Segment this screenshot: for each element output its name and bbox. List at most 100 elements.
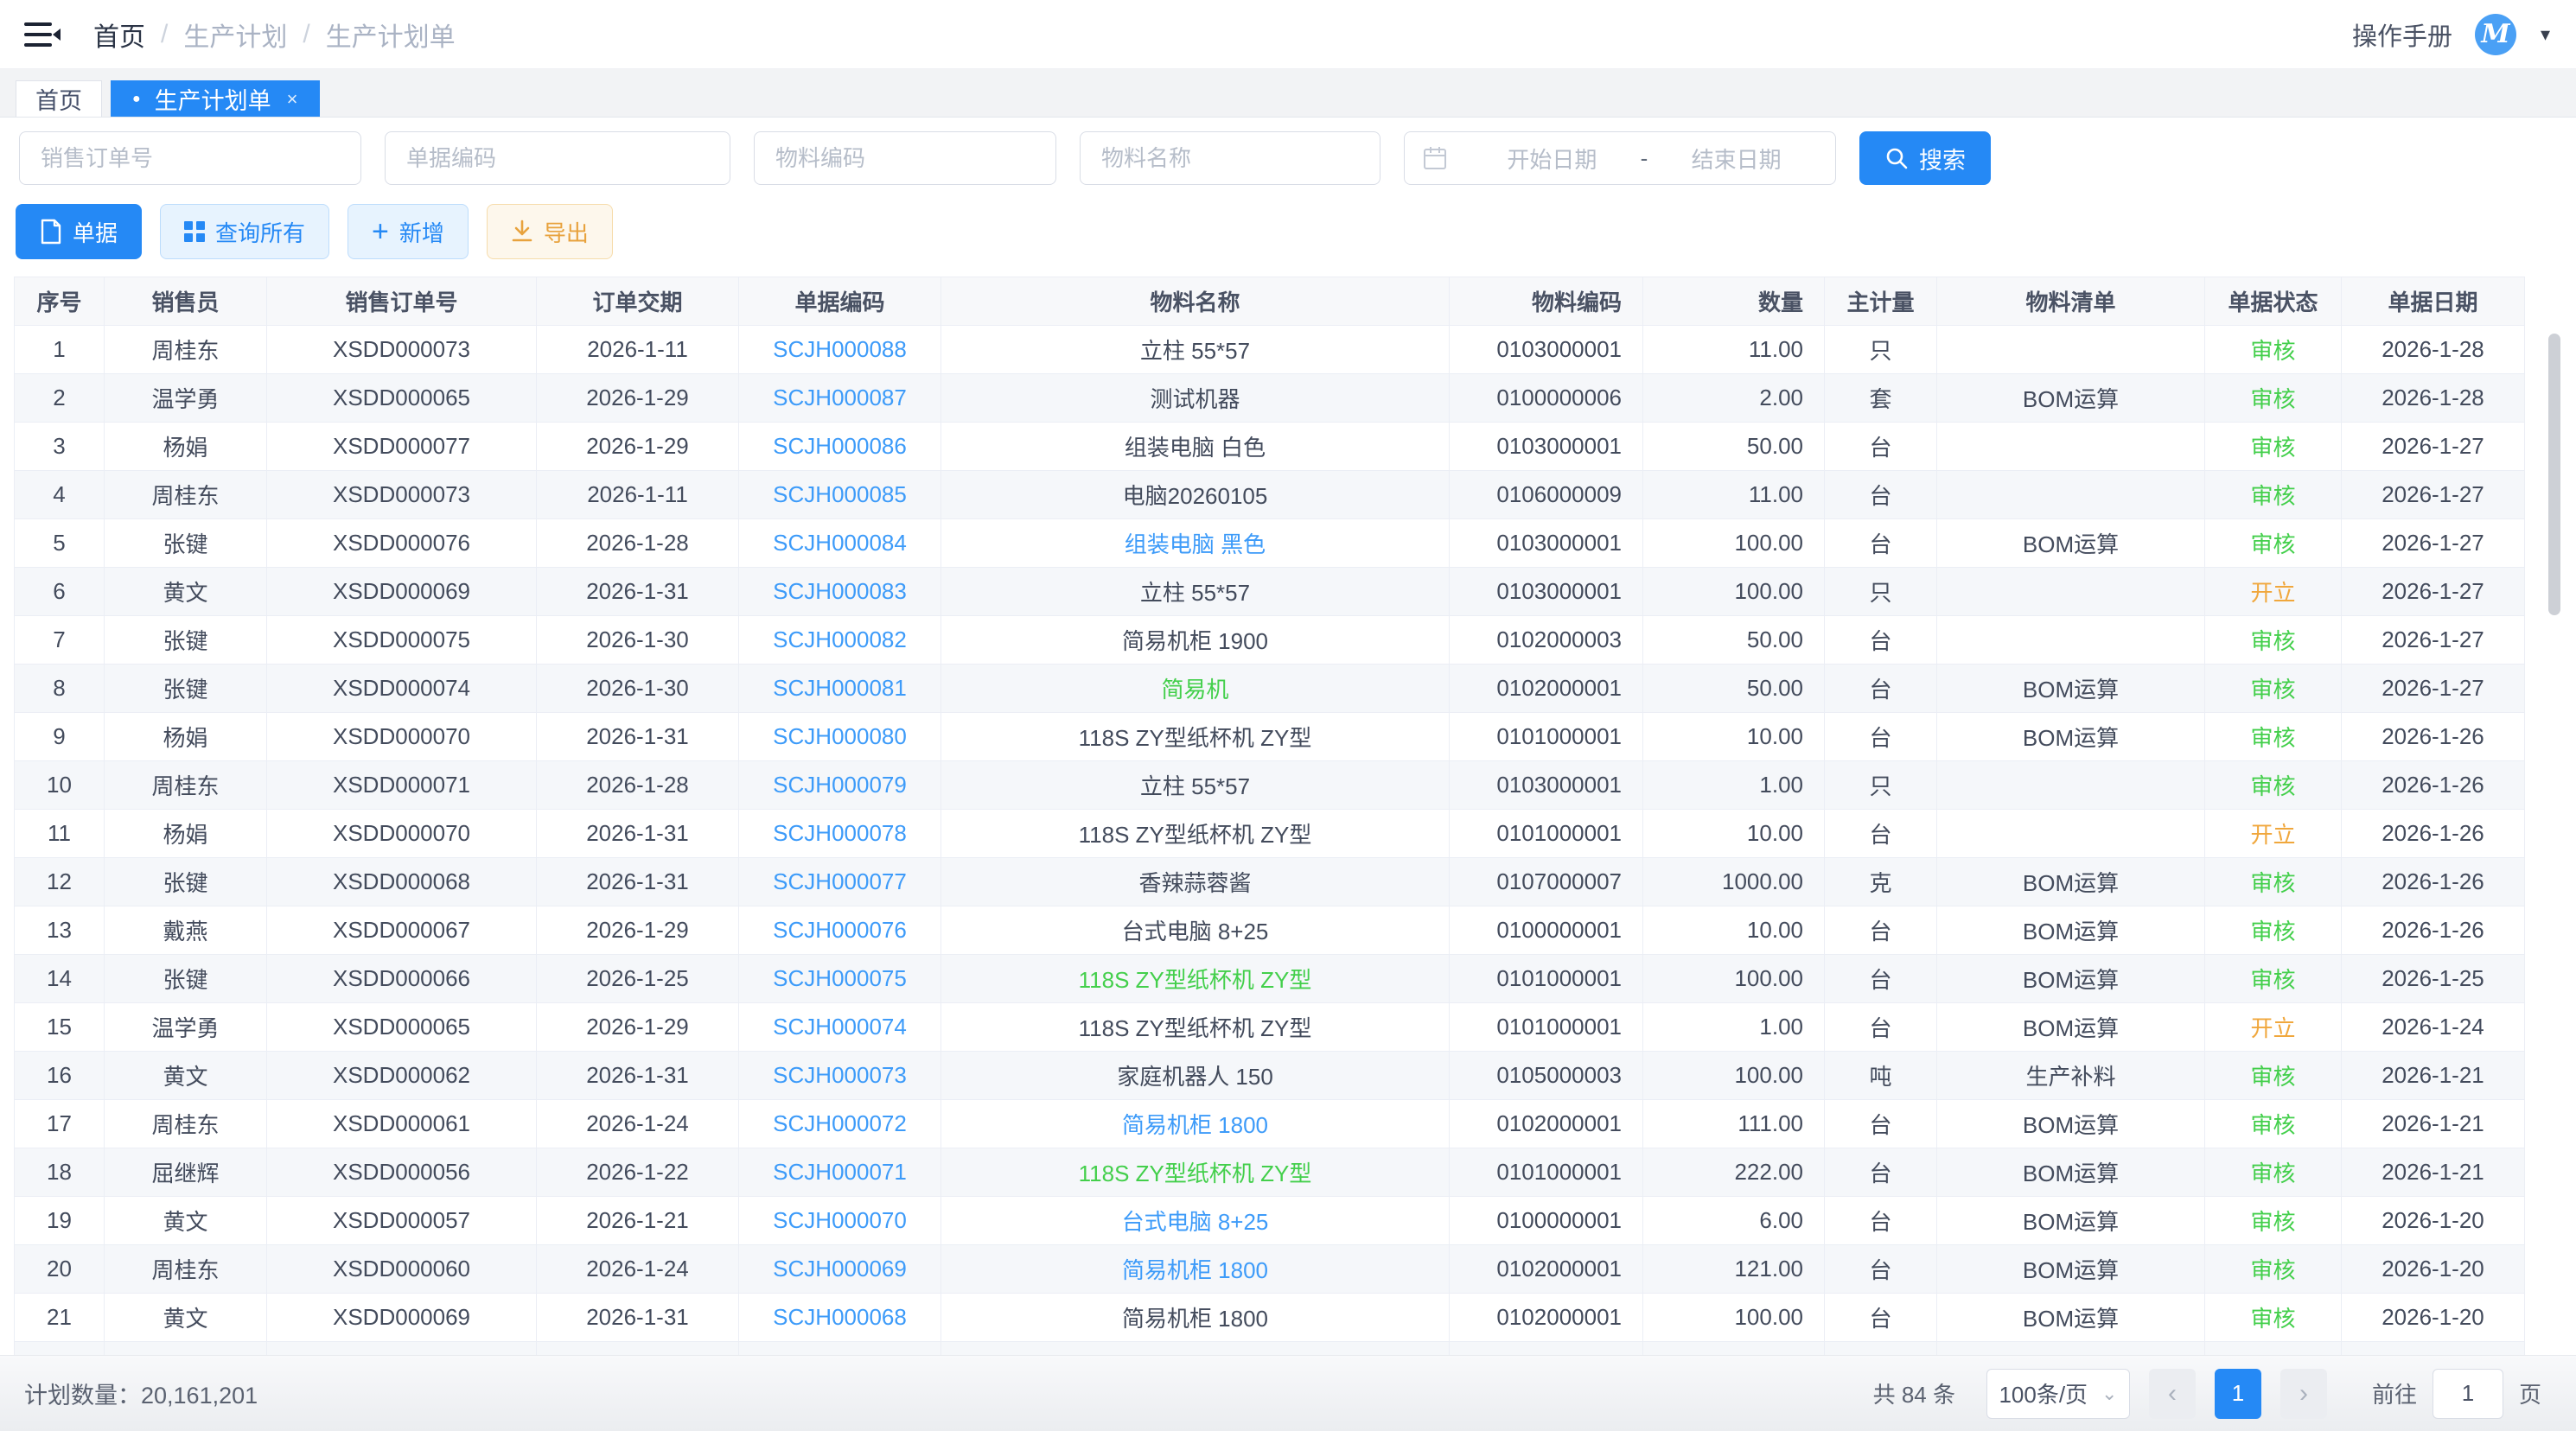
cell-seller: 温学勇 [105,1003,267,1052]
table-row[interactable]: 2 温学勇 XSDD000065 2026-1-29 SCJH000087 测试… [15,374,2525,423]
export-button[interactable]: 导出 [487,204,613,259]
cell-doc-code-link[interactable]: SCJH000081 [739,665,941,713]
cell-due-date: 2026-1-29 [537,374,739,423]
table-row[interactable]: 18 屈继辉 XSDD000056 2026-1-22 SCJH000071 1… [15,1148,2525,1197]
cell-doc-code-link[interactable]: SCJH000069 [739,1245,941,1294]
cell-unit: 台 [1825,713,1937,761]
table-row[interactable]: 6 黄文 XSDD000069 2026-1-31 SCJH000083 立柱 … [15,568,2525,616]
date-end-placeholder[interactable]: 结束日期 [1655,143,1818,175]
table-row[interactable]: 21 黄文 XSDD000069 2026-1-31 SCJH000068 简易… [15,1294,2525,1342]
vertical-scrollbar[interactable] [2548,334,2560,615]
table-row[interactable]: 15 温学勇 XSDD000065 2026-1-29 SCJH000074 1… [15,1003,2525,1052]
table-row[interactable]: 9 杨娟 XSDD000070 2026-1-31 SCJH000080 118… [15,713,2525,761]
table-row[interactable]: 16 黄文 XSDD000062 2026-1-31 SCJH000073 家庭… [15,1052,2525,1100]
cell-doc-code-link[interactable]: SCJH000075 [739,955,941,1003]
cell-material-name: 118S ZY型纸杯机 ZY型 [941,810,1450,858]
page-1-button[interactable]: 1 [2215,1369,2261,1419]
cell-sales-order: XSDD000069 [267,568,537,616]
table-row[interactable]: 5 张键 XSDD000076 2026-1-28 SCJH000084 组装电… [15,519,2525,568]
table-row[interactable]: 10 周桂东 XSDD000071 2026-1-28 SCJH000079 立… [15,761,2525,810]
table-row[interactable]: 12 张键 XSDD000068 2026-1-31 SCJH000077 香辣… [15,858,2525,906]
material-code-input[interactable] [754,131,1056,185]
table-row[interactable]: 11 杨娟 XSDD000070 2026-1-31 SCJH000078 11… [15,810,2525,858]
cell-doc-code-link[interactable]: SCJH000072 [739,1100,941,1148]
cell-doc-code-link[interactable]: SCJH000073 [739,1052,941,1100]
cell-due-date: 2026-1-31 [537,713,739,761]
cell-doc-code-link[interactable]: SCJH000078 [739,810,941,858]
breadcrumb-production-plan[interactable]: 生产计划 [183,16,287,54]
cell-doc-code-link[interactable]: SCJH000083 [739,568,941,616]
cell-status-badge: 审核 [2205,1148,2342,1197]
cell-doc-code-link[interactable]: SCJH000088 [739,326,941,374]
cell-doc-code-link[interactable]: SCJH000077 [739,858,941,906]
cell-unit: 台 [1825,810,1937,858]
date-range-picker[interactable]: 开始日期 - 结束日期 [1404,131,1836,185]
table-row[interactable]: 3 杨娟 XSDD000077 2026-1-29 SCJH000086 组装电… [15,423,2525,471]
cell-doc-date: 2026-1-20 [2342,1197,2525,1245]
doc-code-input[interactable] [385,131,730,185]
cell-material-name: 电脑20260105 [941,471,1450,519]
chevron-down-icon[interactable]: ▾ [2541,23,2550,46]
cell-doc-code-link[interactable]: SCJH000084 [739,519,941,568]
cell-doc-code-link[interactable]: SCJH000082 [739,616,941,665]
table-row[interactable]: 19 黄文 XSDD000057 2026-1-21 SCJH000070 台式… [15,1197,2525,1245]
table-row[interactable]: 20 周桂东 XSDD000060 2026-1-24 SCJH000069 简… [15,1245,2525,1294]
collapse-menu-icon[interactable] [24,20,62,49]
table-row[interactable]: 7 张键 XSDD000075 2026-1-30 SCJH000082 简易机… [15,616,2525,665]
material-name-input[interactable] [1080,131,1380,185]
next-page-button[interactable]: › [2280,1369,2327,1419]
cell-material-code: 0106000009 [1450,471,1643,519]
cell-qty: 11.00 [1643,471,1825,519]
cell-seq: 13 [15,906,105,955]
cell-sales-order: XSDD000067 [267,906,537,955]
cell-due-date: 2026-1-31 [537,568,739,616]
cell-doc-code-link[interactable]: SCJH000079 [739,761,941,810]
cell-due-date: 2026-1-29 [537,423,739,471]
prev-page-button[interactable]: ‹ [2149,1369,2196,1419]
table-row[interactable]: 8 张键 XSDD000074 2026-1-30 SCJH000081 简易机… [15,665,2525,713]
cell-material-code: 0103000001 [1450,326,1643,374]
add-button[interactable]: + 新增 [348,204,469,259]
manual-link[interactable]: 操作手册 [2352,16,2452,53]
table-row[interactable]: 4 周桂东 XSDD000073 2026-1-11 SCJH000085 电脑… [15,471,2525,519]
cell-material-name: 118S ZY型纸杯机 ZY型 [941,713,1450,761]
cell-doc-code-link[interactable]: SCJH000070 [739,1197,941,1245]
cell-unit: 克 [1825,858,1937,906]
cell-doc-code-link[interactable]: SCJH000085 [739,471,941,519]
tab-production-plan-doc[interactable]: ● 生产计划单 × [111,80,320,117]
cell-doc-code-link[interactable]: SCJH000076 [739,906,941,955]
table-row[interactable]: 14 张键 XSDD000066 2026-1-25 SCJH000075 11… [15,955,2525,1003]
cell-doc-code-link[interactable]: SCJH000080 [739,713,941,761]
cell-status-badge: 审核 [2205,374,2342,423]
user-avatar[interactable]: M [2475,14,2516,55]
doc-button[interactable]: 单据 [16,204,142,259]
cell-qty: 50.00 [1643,665,1825,713]
date-start-placeholder[interactable]: 开始日期 [1470,143,1634,175]
cell-doc-code-link[interactable]: SCJH000071 [739,1148,941,1197]
cell-due-date: 2026-1-11 [537,471,739,519]
tab-home[interactable]: 首页 [16,80,102,117]
goto-page-input[interactable] [2433,1369,2503,1419]
cell-bom: BOM运算 [1937,1197,2205,1245]
page-size-select[interactable]: 100条/页 ⌄ [1986,1369,2130,1419]
cell-doc-date: 2026-1-27 [2342,616,2525,665]
cell-qty: 10.00 [1643,713,1825,761]
close-tab-icon[interactable]: × [287,88,298,111]
col-unit: 主计量 [1825,277,1937,326]
cell-sales-order: XSDD000065 [267,1003,537,1052]
cell-doc-code-link[interactable]: SCJH000068 [739,1294,941,1342]
cell-qty: 10.00 [1643,906,1825,955]
breadcrumb-production-plan-doc[interactable]: 生产计划单 [326,16,456,54]
document-icon [40,219,62,245]
cell-doc-code-link[interactable]: SCJH000087 [739,374,941,423]
sales-order-input[interactable] [19,131,361,185]
table-row[interactable]: 13 戴燕 XSDD000067 2026-1-29 SCJH000076 台式… [15,906,2525,955]
cell-doc-code-link[interactable]: SCJH000086 [739,423,941,471]
breadcrumb-home[interactable]: 首页 [93,16,145,54]
cell-doc-code-link[interactable]: SCJH000074 [739,1003,941,1052]
table-row[interactable]: 1 周桂东 XSDD000073 2026-1-11 SCJH000088 立柱… [15,326,2525,374]
table-row[interactable]: 17 周桂东 XSDD000061 2026-1-24 SCJH000072 简… [15,1100,2525,1148]
query-all-button[interactable]: 查询所有 [160,204,329,259]
cell-seller: 张键 [105,665,267,713]
search-button[interactable]: 搜索 [1859,131,1991,185]
